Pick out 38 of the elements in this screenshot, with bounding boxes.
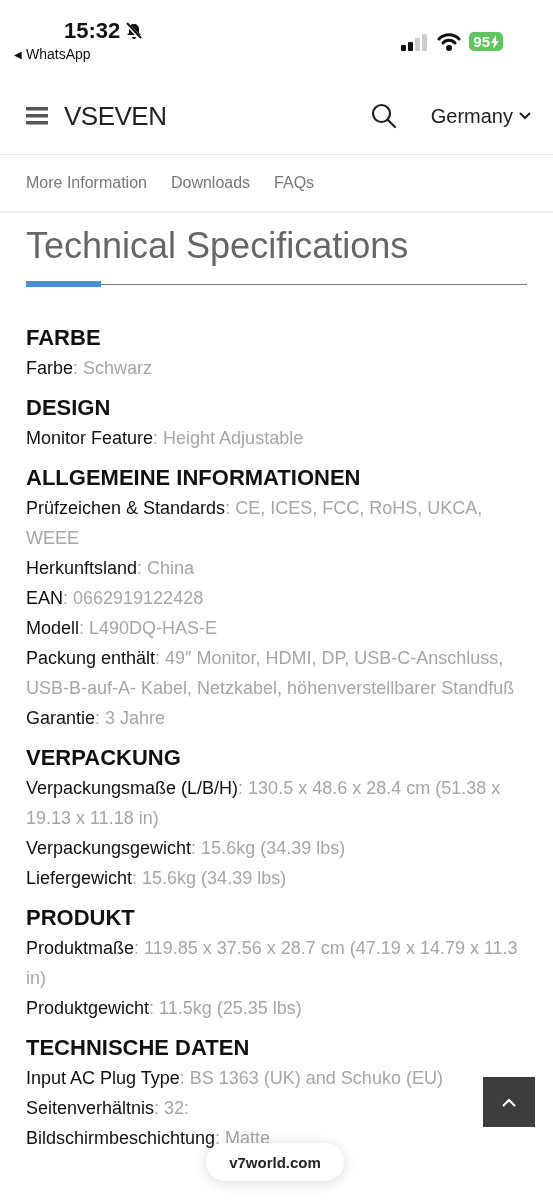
spec-row-text: Packung enthält: 49″ Monitor, HDMI, DP, USB-C-Anschluss, USB-B-auf-A- Kabel, Netzkabel, höhenverstellbarer Standfuß: [26, 647, 516, 700]
section-heading: DESIGN: [26, 395, 112, 421]
section-heading: TECHNISCHE DATEN: [26, 1035, 251, 1061]
spec-row-text: Modell: L490DQ-HAS-E: [26, 617, 218, 640]
spec-row-text: Input AC Plug Type: BS 1363 (UK) and Schuko (EU): [26, 1067, 443, 1090]
back-arrow-icon[interactable]: ◀: [14, 48, 22, 60]
spec-row-text: Produktgewicht: 11.5kg (25.35 lbs): [26, 997, 302, 1020]
menu-icon[interactable]: [26, 107, 48, 125]
section-heading: VERPACKUNG: [26, 745, 182, 771]
battery-indicator: 95: [469, 32, 503, 51]
bell-muted-icon: [124, 21, 145, 41]
wifi-icon: [437, 32, 462, 51]
chevron-down-icon: [519, 112, 531, 120]
spec-row-text: Liefergewicht: 15.6kg (34.39 lbs): [26, 867, 287, 890]
section-heading: ALLGEMEINE INFORMATIONEN: [26, 465, 362, 491]
spec-row-text: Monitor Feature: Height Adjustable: [26, 427, 304, 450]
spec-row-text: Verpackungsmaße (L/B/H): 130.5 x 48.6 x 28.4 cm (51.38 x 19.13 x 11.18 in): [26, 777, 502, 830]
status-time: 15:32: [64, 18, 121, 44]
chevron-up-icon: [502, 1097, 516, 1107]
spec-row-text: Seitenverhältnis: 32:: [26, 1097, 190, 1120]
search-icon[interactable]: [370, 103, 397, 129]
spec-row-text: EAN: 0662919122428: [26, 587, 204, 610]
brand-logo[interactable]: VSEVEN: [64, 100, 167, 132]
spec-row-text: Herkunftsland: China: [26, 557, 195, 580]
back-app-link[interactable]: WhatsApp: [26, 46, 91, 62]
signal-icon: [401, 32, 430, 51]
section-tab[interactable]: FAQs: [274, 174, 315, 192]
spec-row-text: Garantie: 3 Jahre: [26, 707, 166, 730]
spec-row-text: Farbe: Schwarz: [26, 357, 153, 380]
section-tab[interactable]: More Information: [26, 174, 147, 192]
spec-row-text: Prüfzeichen & Standards: CE, ICES, FCC, RoHS, UKCA, WEEE: [26, 497, 484, 550]
spec-row-text: Verpackungsgewicht: 15.6kg (34.39 lbs): [26, 837, 346, 860]
country-dropdown[interactable]: Germany: [430, 104, 531, 128]
section-heading: PRODUKT: [26, 905, 136, 931]
section-heading: FARBE: [26, 325, 102, 351]
spec-row-text: Produktmaße: 119.85 x 37.56 x 28.7 cm (47.19 x 14.79 x 11.3 in): [26, 937, 519, 990]
section-tab[interactable]: Downloads: [170, 174, 251, 192]
page-title: Technical Specifications: [26, 225, 410, 267]
